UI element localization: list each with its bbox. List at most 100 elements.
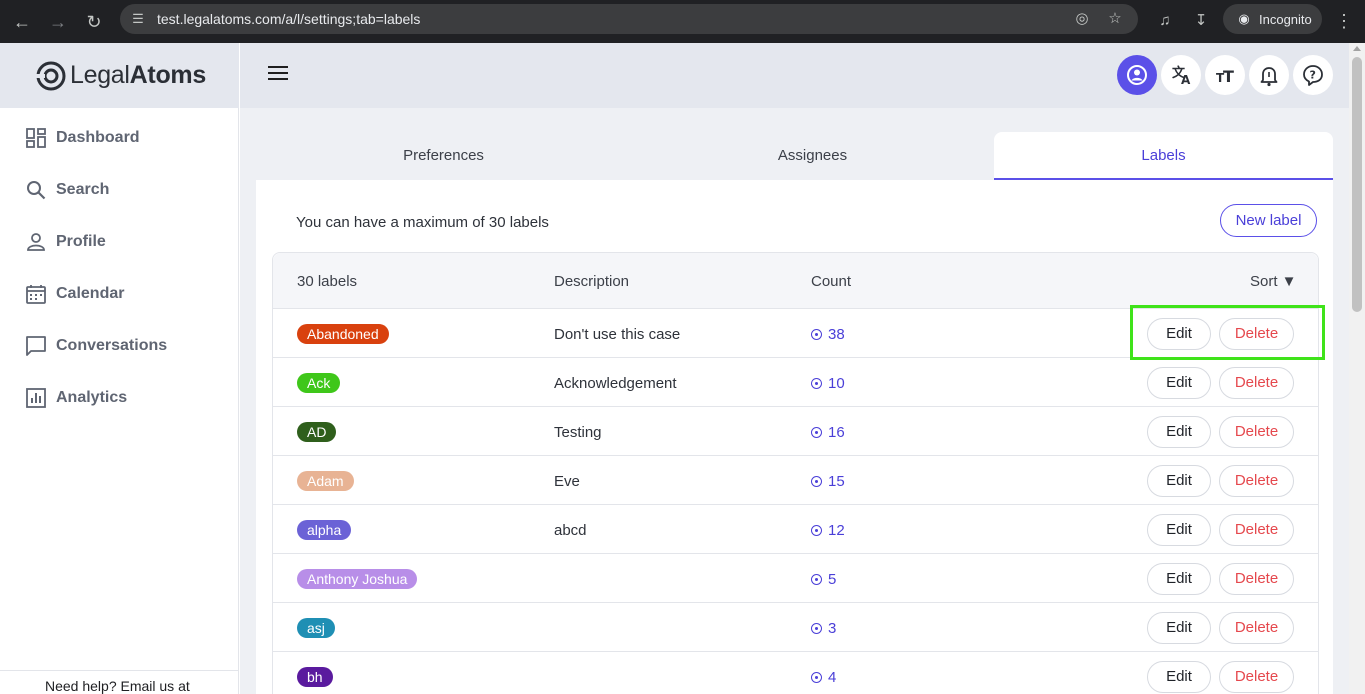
table-row: Abandoned Don't use this case 38 Edit De… <box>273 309 1318 358</box>
label-count-link[interactable]: 5 <box>811 571 836 588</box>
help-icon[interactable]: ? <box>1293 55 1333 95</box>
legalatoms-logo-icon[interactable] <box>35 60 67 92</box>
edit-button[interactable]: Edit <box>1147 416 1211 448</box>
reload-icon[interactable]: ↻ <box>81 9 107 35</box>
label-count-link[interactable]: 15 <box>811 473 845 490</box>
media-control-icon[interactable]: ♫ <box>1153 9 1177 33</box>
label-chip[interactable]: AD <box>297 422 337 442</box>
sidebar-item-analytics[interactable]: Analytics <box>0 378 238 418</box>
incognito-label: Incognito <box>1259 12 1312 27</box>
delete-button[interactable]: Delete <box>1219 563 1294 595</box>
back-icon[interactable]: ← <box>9 9 35 35</box>
download-icon[interactable]: ↧ <box>1189 9 1213 33</box>
label-chip[interactable]: Abandoned <box>297 324 389 344</box>
tab-preferences[interactable]: Preferences <box>256 132 631 180</box>
target-icon <box>811 427 822 438</box>
sidebar-item-profile[interactable]: Profile <box>0 222 238 262</box>
edit-button[interactable]: Edit <box>1147 563 1211 595</box>
incognito-indicator[interactable]: ◉ Incognito <box>1223 4 1322 34</box>
notifications-icon[interactable] <box>1249 55 1289 95</box>
table-row: Anthony Joshua 5 Edit Delete <box>273 554 1318 603</box>
search-icon <box>27 181 46 200</box>
edit-button[interactable]: Edit <box>1147 514 1211 546</box>
labels-limit-text: You can have a maximum of 30 labels <box>296 214 549 231</box>
target-icon <box>811 623 822 634</box>
label-count: 10 <box>828 375 845 392</box>
eye-off-icon[interactable]: ◎ <box>1072 9 1092 29</box>
label-chip[interactable]: bh <box>297 667 333 687</box>
edit-button[interactable]: Edit <box>1147 612 1211 644</box>
sidebar-item-conversations[interactable]: Conversations <box>0 326 238 366</box>
sort-dropdown[interactable]: Sort ▼ <box>1250 273 1297 290</box>
edit-button[interactable]: Edit <box>1147 465 1211 497</box>
delete-button[interactable]: Delete <box>1219 416 1294 448</box>
table-row: Ack Acknowledgement 10 Edit Delete <box>273 358 1318 407</box>
star-icon[interactable]: ☆ <box>1105 9 1125 29</box>
delete-button[interactable]: Delete <box>1219 318 1294 350</box>
label-count-link[interactable]: 12 <box>811 522 845 539</box>
hamburger-menu-icon[interactable] <box>268 66 288 82</box>
target-icon <box>811 672 822 683</box>
brand-name[interactable]: LegalAtoms <box>70 61 206 90</box>
label-description: Testing <box>554 424 602 441</box>
label-description: Eve <box>554 473 580 490</box>
account-icon[interactable] <box>1117 55 1157 95</box>
tab-labels[interactable]: Labels <box>994 132 1333 180</box>
sidebar-item-label: Search <box>56 181 110 198</box>
table-row: Adam Eve 15 Edit Delete <box>273 456 1318 505</box>
forward-icon[interactable]: → <box>45 9 71 35</box>
brand-name-bold: Atoms <box>129 61 207 89</box>
sidebar-item-search[interactable]: Search <box>0 170 238 210</box>
delete-button[interactable]: Delete <box>1219 612 1294 644</box>
edit-button[interactable]: Edit <box>1147 661 1211 693</box>
delete-button[interactable]: Delete <box>1219 465 1294 497</box>
label-chip[interactable]: Anthony Joshua <box>297 569 418 589</box>
url-text[interactable]: test.legalatoms.com/a/l/settings;tab=lab… <box>157 11 420 27</box>
text-size-icon[interactable]: TT <box>1205 55 1245 95</box>
brand-name-light: Legal <box>70 61 130 89</box>
column-header-labels: 30 labels <box>297 273 358 290</box>
delete-button[interactable]: Delete <box>1219 514 1294 546</box>
page-scrollbar[interactable] <box>1349 43 1365 694</box>
incognito-icon: ◉ <box>1238 11 1250 26</box>
calendar-icon <box>26 285 46 304</box>
label-chip[interactable]: Ack <box>297 373 341 393</box>
conversations-icon <box>26 336 46 356</box>
label-chip[interactable]: alpha <box>297 520 352 540</box>
table-row: AD Testing 16 Edit Delete <box>273 407 1318 456</box>
label-count-link[interactable]: 10 <box>811 375 845 392</box>
app-header: 文A TT ? <box>240 43 1349 108</box>
new-label-button[interactable]: New label <box>1220 204 1317 237</box>
label-count: 4 <box>828 669 837 686</box>
help-footer-text: Need help? Email us at <box>45 678 190 694</box>
label-count: 16 <box>828 424 845 441</box>
label-chip[interactable]: asj <box>297 618 335 638</box>
column-header-count: Count <box>811 273 852 290</box>
delete-button[interactable]: Delete <box>1219 367 1294 399</box>
scroll-up-arrow-icon[interactable] <box>1353 46 1361 51</box>
target-icon <box>811 525 822 536</box>
scrollbar-thumb[interactable] <box>1352 57 1362 312</box>
translate-icon[interactable]: 文A <box>1161 55 1201 95</box>
tab-assignees[interactable]: Assignees <box>631 132 994 180</box>
label-count-link[interactable]: 4 <box>811 669 836 686</box>
kebab-menu-icon[interactable]: ⋮ <box>1332 9 1356 33</box>
sidebar-item-dashboard[interactable]: Dashboard <box>0 118 238 158</box>
edit-button[interactable]: Edit <box>1147 367 1211 399</box>
label-chip[interactable]: Adam <box>297 471 354 491</box>
sidebar-item-label: Conversations <box>56 337 168 354</box>
address-bar[interactable]: ☰ test.legalatoms.com/a/l/settings;tab=l… <box>120 4 1138 34</box>
svg-text:?: ? <box>1310 69 1316 82</box>
delete-button[interactable]: Delete <box>1219 661 1294 693</box>
svg-text:T: T <box>1223 67 1234 86</box>
label-count-link[interactable]: 38 <box>811 326 845 343</box>
site-settings-icon[interactable]: ☰ <box>129 10 147 28</box>
sidebar-item-calendar[interactable]: Calendar <box>0 274 238 314</box>
main-content: Preferences Assignees Labels You can hav… <box>240 108 1349 694</box>
column-header-description: Description <box>554 273 630 290</box>
edit-button[interactable]: Edit <box>1147 318 1211 350</box>
label-count-link[interactable]: 3 <box>811 620 836 637</box>
label-description: Don't use this case <box>554 326 681 343</box>
label-count: 3 <box>828 620 837 637</box>
label-count-link[interactable]: 16 <box>811 424 845 441</box>
